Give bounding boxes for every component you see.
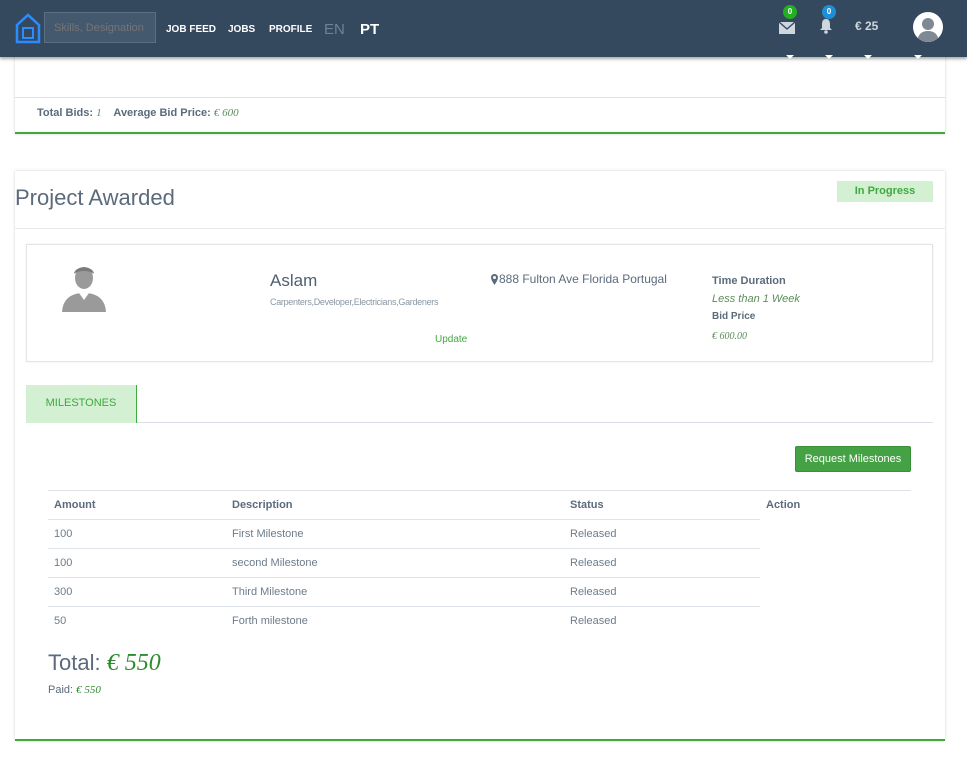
milestone-amount: 100 <box>48 519 226 549</box>
bid-price-value: € 600.00 <box>712 331 747 342</box>
column-header-description: Description <box>226 490 564 520</box>
milestone-action <box>760 607 911 636</box>
update-link[interactable]: Update <box>435 334 467 345</box>
milestones-paid: Paid: € 550 <box>48 684 101 696</box>
milestone-description: second Milestone <box>226 548 564 578</box>
freelancer-name[interactable]: Aslam <box>270 271 317 291</box>
divider <box>15 228 945 229</box>
average-bid-value: € 600 <box>213 107 239 119</box>
user-avatar-icon <box>917 18 939 42</box>
tabs-divider <box>26 422 933 423</box>
time-duration-label: Time Duration <box>712 275 786 287</box>
search-input[interactable] <box>44 12 156 43</box>
column-header-amount: Amount <box>48 490 226 520</box>
request-milestones-button[interactable]: Request Milestones <box>795 446 911 472</box>
milestones-table: Amount Description Status Action 100 Fir… <box>48 490 911 636</box>
message-count-badge: 0 <box>783 5 797 19</box>
table-row: 100 second Milestone Released <box>48 548 911 578</box>
notification-count-badge: 0 <box>822 5 836 19</box>
nav-profile[interactable]: PROFILE <box>269 0 312 57</box>
paid-label: Paid: <box>48 684 74 696</box>
bell-icon[interactable] <box>818 18 834 34</box>
total-label: Total: <box>48 650 101 675</box>
milestone-description: Third Milestone <box>226 577 564 607</box>
milestone-amount: 50 <box>48 606 226 636</box>
user-avatar[interactable] <box>913 12 943 42</box>
divider <box>15 97 945 98</box>
milestone-action <box>760 549 911 578</box>
column-header-status: Status <box>564 490 760 520</box>
milestone-status: Released <box>564 606 760 636</box>
table-row: 50 Forth milestone Released <box>48 606 911 636</box>
milestone-status: Released <box>564 548 760 578</box>
milestones-total: Total: € 550 <box>48 650 161 677</box>
milestone-status: Released <box>564 577 760 607</box>
milestone-description: First Milestone <box>226 519 564 549</box>
freelancer-skills: Carpenters,Developer,Electricians,Garden… <box>270 297 439 307</box>
total-bids-label: Total Bids: <box>37 107 94 119</box>
total-bids-value: 1 <box>96 107 102 119</box>
milestone-description: Forth milestone <box>226 606 564 636</box>
lang-pt-button[interactable]: PT <box>360 0 379 57</box>
user-dropdown-caret-icon[interactable] <box>914 55 922 59</box>
milestone-amount: 300 <box>48 577 226 607</box>
freelancer-address: 888 Fulton Ave Florida Portugal <box>499 272 667 286</box>
envelope-icon[interactable] <box>779 20 795 36</box>
map-marker-icon <box>491 274 498 285</box>
lang-en-button[interactable]: EN <box>324 0 345 57</box>
milestone-action <box>760 578 911 607</box>
table-row: 100 First Milestone Released <box>48 519 911 549</box>
page-title: Project Awarded <box>15 185 175 210</box>
balance-dropdown-caret-icon[interactable] <box>864 55 872 59</box>
average-bid-label: Average Bid Price: <box>113 107 211 119</box>
milestone-amount: 100 <box>48 548 226 578</box>
message-dropdown-caret-icon[interactable] <box>786 55 794 59</box>
notification-dropdown-caret-icon[interactable] <box>825 55 833 59</box>
nav-jobs[interactable]: JOBS <box>228 0 255 57</box>
project-awarded-card: Project Awarded In Progress Aslam Carpen… <box>15 171 945 741</box>
freelancer-avatar-icon <box>62 267 106 312</box>
time-duration-value: Less than 1 Week <box>712 293 800 305</box>
total-value: € 550 <box>106 650 161 676</box>
top-navbar: JOB FEED JOBS PROFILE EN PT 0 0 € 25 <box>0 0 967 59</box>
wallet-balance[interactable]: € 25 <box>855 0 878 52</box>
milestone-status: Released <box>564 519 760 549</box>
home-logo-icon[interactable] <box>15 12 41 44</box>
bids-summary: Total Bids: 1 Average Bid Price: € 600 <box>37 107 239 119</box>
milestone-action <box>760 520 911 549</box>
paid-value: € 550 <box>76 684 101 696</box>
bid-price-label: Bid Price <box>712 311 756 322</box>
table-row: 300 Third Milestone Released <box>48 577 911 607</box>
tab-milestones[interactable]: MILESTONES <box>26 385 137 423</box>
freelancer-profile-panel: Aslam Carpenters,Developer,Electricians,… <box>26 244 933 362</box>
status-badge: In Progress <box>837 181 933 202</box>
column-header-action: Action <box>760 490 911 520</box>
nav-job-feed[interactable]: JOB FEED <box>166 0 216 57</box>
